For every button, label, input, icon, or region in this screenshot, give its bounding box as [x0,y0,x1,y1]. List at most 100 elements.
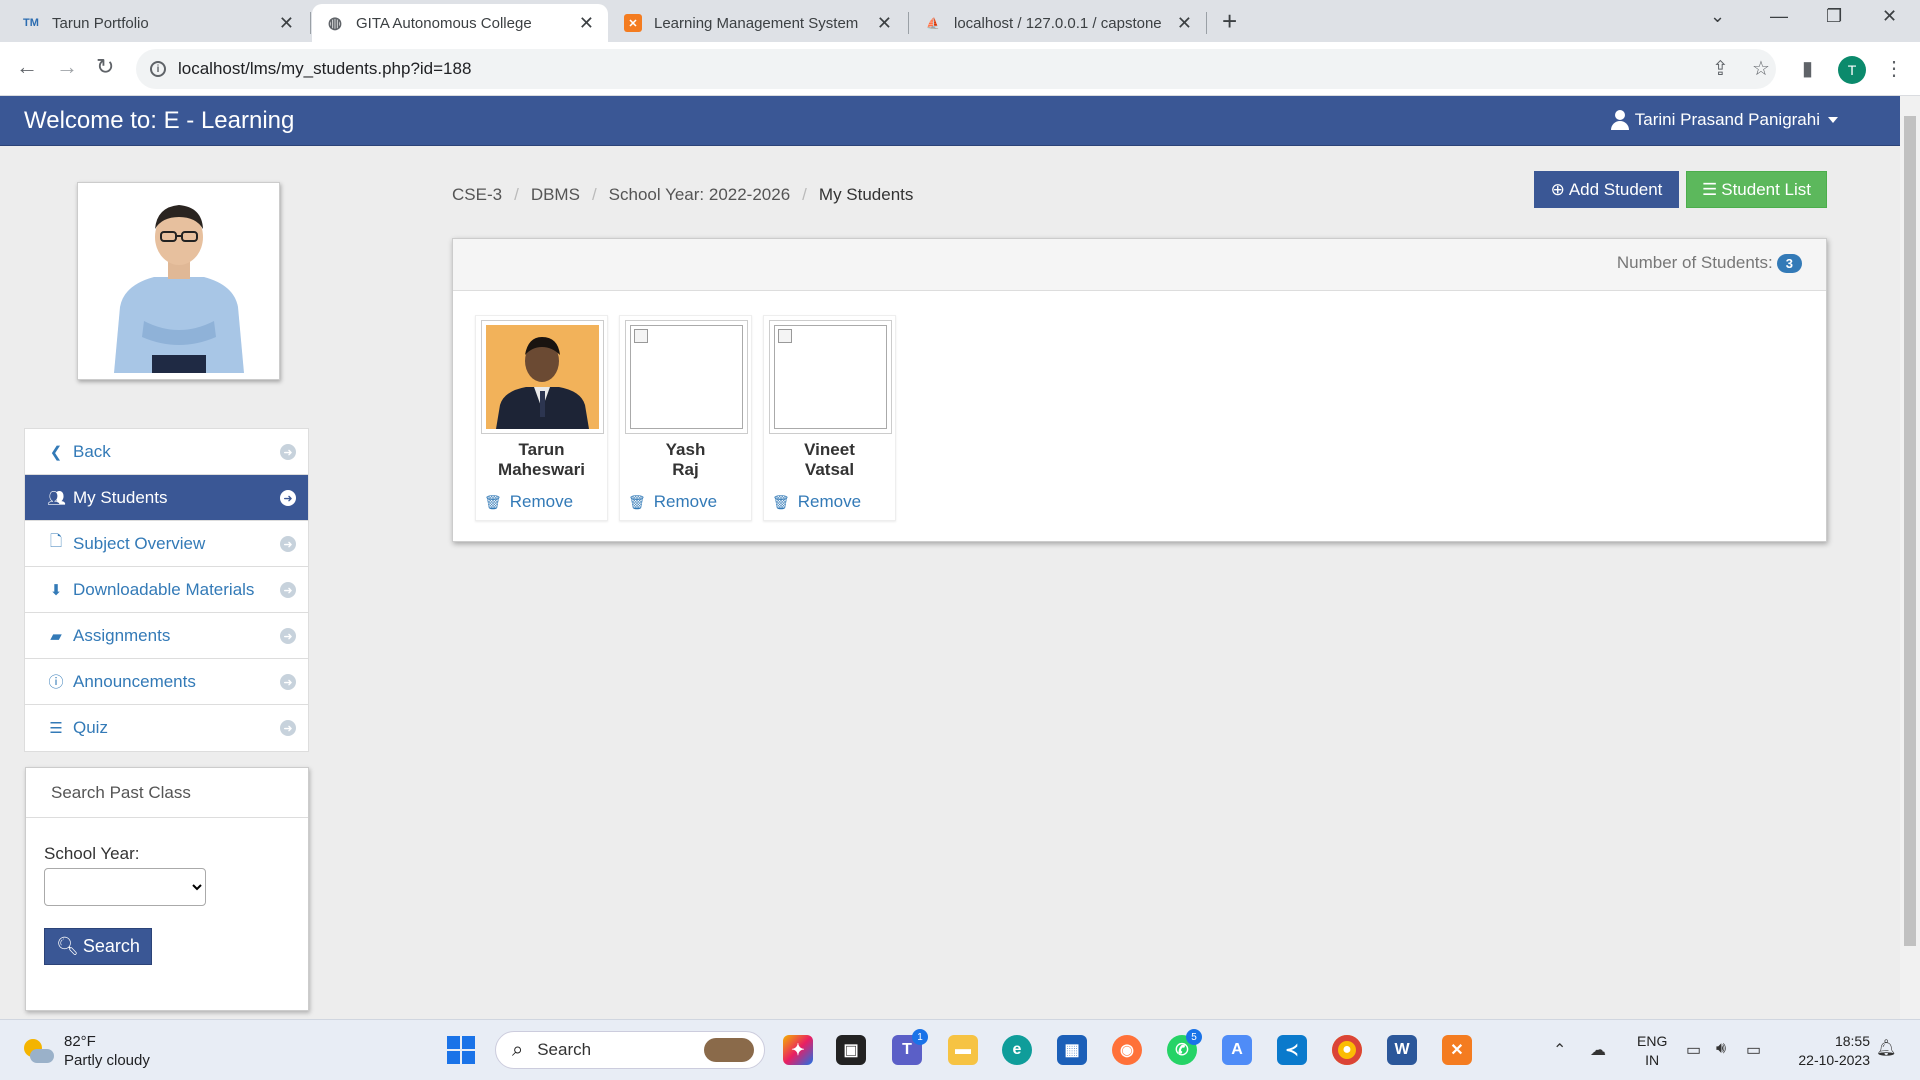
breadcrumb-subject[interactable]: DBMS [531,185,580,205]
search-button[interactable]: 🔍︎ Search [44,928,152,965]
student-first-name: Vineet [804,440,855,459]
school-year-select[interactable] [44,868,206,906]
breadcrumb-separator: / [514,185,519,204]
panel-header: Number of Students: 3 [453,239,1826,291]
vscode-icon[interactable]: ≺ [1277,1035,1307,1065]
volume-icon[interactable]: 🔊︎ [1716,1040,1726,1058]
input-language[interactable]: ENG IN [1637,1032,1667,1070]
side-panel-icon[interactable]: ▮ [1802,56,1813,81]
chrome-icon[interactable]: ● [1332,1035,1362,1065]
top-navbar: Welcome to: E - Learning Tarini Prasand … [0,96,1900,146]
page-scrollbar[interactable] [1900,96,1920,1019]
file-explorer-icon[interactable]: ▬ [948,1035,978,1065]
store-icon[interactable]: ▦ [1057,1035,1087,1065]
new-tab-icon[interactable]: + [1222,6,1237,37]
bookmark-star-icon[interactable]: ☆ [1752,56,1770,81]
close-icon[interactable]: ✕ [579,13,594,34]
add-student-button[interactable]: ⊕ Add Student [1534,171,1679,208]
tab-title: Tarun Portfolio [52,14,149,32]
user-menu[interactable]: Tarini Prasand Panigrahi [1610,110,1838,130]
student-last-name: Vatsal [804,460,855,479]
minimize-icon[interactable]: — [1770,6,1788,27]
remove-label: Remove [509,492,574,511]
tab-title: Learning Management System [654,14,859,32]
forward-arrow-icon[interactable]: → [56,54,78,80]
search-past-class-panel: Search Past Class School Year: 🔍︎ Search [25,767,309,1011]
xampp-favicon-icon: ✕ [624,14,642,32]
close-icon[interactable]: ✕ [1177,13,1192,34]
student-card: Vineet Vatsal 🗑︎ Remove [763,315,896,521]
task-view-icon[interactable]: ▣ [836,1035,866,1065]
system-clock[interactable]: 18:55 22-10-2023 [1786,1032,1870,1070]
sidebar-item-back[interactable]: ❮ Back ➜ [25,429,308,475]
battery-icon[interactable]: ▭ [1746,1040,1761,1060]
sidebar-item-label: My Students [73,487,168,507]
copilot-icon[interactable]: ✦ [783,1035,813,1065]
student-photo [769,320,892,434]
word-icon[interactable]: W [1387,1035,1417,1065]
site-info-icon[interactable]: i [150,61,166,77]
tab-search-chevron-icon[interactable]: ⌄ [1710,6,1725,27]
network-icon[interactable]: ▭ [1686,1040,1701,1060]
sidebar-item-subject-overview[interactable]: 🗋︎ Subject Overview ➜ [25,521,308,567]
brand-title[interactable]: Welcome to: E - Learning [24,107,294,135]
taskbar-search-label: Search [537,1040,592,1059]
students-panel: Number of Students: 3 Tarun Maheswari 🗑︎… [452,238,1827,542]
taskbar-search[interactable]: ⌕ Search [495,1031,765,1069]
tm-favicon-icon: TM [23,17,39,29]
window-close-icon[interactable]: ✕ [1882,6,1897,27]
more-menu-icon[interactable]: ⋮ [1884,56,1904,81]
tray-expand-icon[interactable]: ⌃ [1553,1040,1566,1060]
close-icon[interactable]: ✕ [877,13,892,34]
tab-lms[interactable]: ✕ Learning Management System ✕ [610,4,906,42]
sidebar-item-my-students[interactable]: 👥︎ My Students ➜ [25,475,308,521]
arrow-circle-right-icon: ➜ [280,628,296,644]
share-icon[interactable]: ⇪ [1712,56,1729,81]
profile-avatar[interactable]: T [1838,56,1866,84]
sidebar-item-quiz[interactable]: ☰ Quiz ➜ [25,705,308,751]
edge-icon[interactable]: e [1002,1035,1032,1065]
notification-bell-icon[interactable]: 🔔︎ [1876,1038,1896,1058]
weather-temp: 82°F [64,1033,96,1050]
sidebar-item-label: Announcements [73,671,196,691]
tab-gita-college[interactable]: ◍ GITA Autonomous College ✕ [312,4,608,42]
windows-start-icon[interactable] [447,1036,475,1064]
tab-phpmyadmin[interactable]: ⛵ localhost / 127.0.0.1 / capstone ✕ [910,4,1206,42]
download-icon: ⬇︎ [49,581,63,599]
onedrive-cloud-icon[interactable]: ☁ [1590,1040,1606,1060]
close-icon[interactable]: ✕ [279,13,294,34]
reload-icon[interactable]: ↻ [96,54,114,80]
student-card: Yash Raj 🗑︎ Remove [619,315,752,521]
url-bar[interactable]: i localhost/lms/my_students.php?id=188 [136,49,1776,89]
firefox-icon[interactable]: ◉ [1112,1035,1142,1065]
sidebar-item-downloadable-materials[interactable]: ⬇︎ Downloadable Materials ➜ [25,567,308,613]
tab-tarun-portfolio[interactable]: TM Tarun Portfolio ✕ [8,4,308,42]
arrow-circle-right-icon: ➜ [280,720,296,736]
whatsapp-notification-badge: 5 [1186,1029,1202,1045]
back-arrow-icon[interactable]: ← [16,54,38,80]
sidebar-item-announcements[interactable]: ⓘ Announcements ➜ [25,659,308,705]
broken-image-placeholder [630,325,743,429]
app-a-icon[interactable]: A [1222,1035,1252,1065]
student-first-name: Yash [665,440,706,459]
scrollbar-thumb[interactable] [1904,116,1916,946]
student-count: Number of Students: 3 [1617,253,1802,273]
file-icon: 🗋︎ [49,533,63,550]
student-list-button[interactable]: ☰ Student List [1686,171,1827,208]
breadcrumb-school-year[interactable]: School Year: 2022-2026 [609,185,791,205]
add-student-label: Add Student [1568,179,1663,199]
remove-student-link[interactable]: 🗑︎ Remove [484,492,573,512]
breadcrumb-class[interactable]: CSE-3 [452,185,502,205]
student-card: Tarun Maheswari 🗑︎ Remove [475,315,608,521]
panel-title: Search Past Class [26,768,308,818]
restore-icon[interactable]: ❐ [1826,6,1842,27]
weather-widget[interactable]: 82°F Partly cloudy [22,1032,150,1070]
xampp-icon[interactable]: ✕ [1442,1035,1472,1065]
arrow-circle-right-icon: ➜ [280,674,296,690]
remove-student-link[interactable]: 🗑︎ Remove [772,492,861,512]
sidebar-item-assignments[interactable]: ▰ Assignments ➜ [25,613,308,659]
search-button-label: Search [82,936,140,956]
count-label: Number of Students: [1616,253,1773,272]
remove-student-link[interactable]: 🗑︎ Remove [628,492,717,512]
student-last-name: Maheswari [498,460,585,479]
